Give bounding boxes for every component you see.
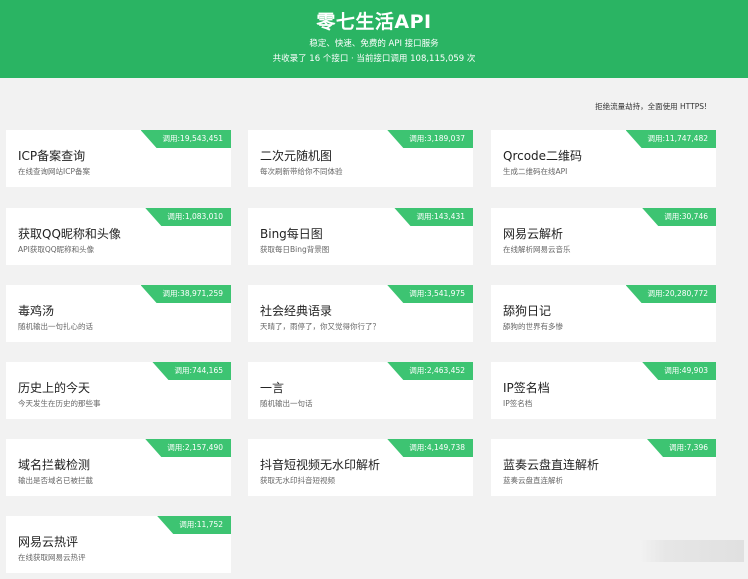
api-card-desc: 获取每日Bing背景图 xyxy=(260,245,330,254)
api-card-desc: API获取QQ昵称和头像 xyxy=(18,245,95,254)
call-count-badge: 调用:3,189,037 xyxy=(387,130,473,148)
call-count-badge: 调用:1,083,010 xyxy=(145,208,231,226)
api-card-title: 一言 xyxy=(260,381,285,395)
api-card-desc: 在线查询网站ICP备案 xyxy=(18,167,90,176)
api-card-desc: 舔狗的世界有多惨 xyxy=(503,322,563,331)
api-card-douyin[interactable]: 调用:4,149,738 抖音短视频无水印解析 获取无水印抖音短视频 xyxy=(248,439,473,496)
api-card-title: 舔狗日记 xyxy=(503,304,552,318)
api-card-title: 毒鸡汤 xyxy=(18,304,55,318)
api-card-poison-soup[interactable]: 调用:38,971,259 毒鸡汤 随机输出一句扎心的话 xyxy=(6,285,231,342)
call-count-badge: 调用:11,747,482 xyxy=(625,130,716,148)
call-count-badge: 调用:7,396 xyxy=(647,439,716,457)
api-card-desc: 在线解析网易云音乐 xyxy=(503,245,571,254)
api-card-title: IP签名档 xyxy=(503,381,550,395)
api-card-desc: 输出是否域名已被拦截 xyxy=(18,476,93,485)
api-card-title: Bing每日图 xyxy=(260,227,323,241)
api-card-qq-info[interactable]: 调用:1,083,010 获取QQ昵称和头像 API获取QQ昵称和头像 xyxy=(6,208,231,265)
call-count-badge: 调用:2,463,452 xyxy=(387,362,473,380)
api-card-desc: 今天发生在历史的那些事 xyxy=(18,399,101,408)
site-header: 零七生活API 稳定、快速、免费的 API 接口服务 共收录了 16 个接口 ·… xyxy=(0,0,748,78)
call-count-badge: 调用:30,746 xyxy=(642,208,716,226)
api-card-anime-image[interactable]: 调用:3,189,037 二次元随机图 每次刷新带给你不同体验 xyxy=(248,130,473,187)
site-stats: 共收录了 16 个接口 · 当前接口调用 108,115,059 次 xyxy=(272,54,476,64)
api-card-desc: 随机输出一句话 xyxy=(260,399,313,408)
api-card-title: 二次元随机图 xyxy=(260,149,333,163)
api-card-title: 蓝奏云盘直连解析 xyxy=(503,458,600,472)
api-card-netease-parse[interactable]: 调用:30,746 网易云解析 在线解析网易云音乐 xyxy=(491,208,716,265)
api-card-title: 获取QQ昵称和头像 xyxy=(18,227,121,241)
api-card-title: 网易云热评 xyxy=(18,535,79,549)
api-card-ip-signature[interactable]: 调用:49,903 IP签名档 IP签名档 xyxy=(491,362,716,419)
api-card-history-today[interactable]: 调用:744,165 历史上的今天 今天发生在历史的那些事 xyxy=(6,362,231,419)
api-card-diary[interactable]: 调用:20,280,772 舔狗日记 舔狗的世界有多惨 xyxy=(491,285,716,342)
api-card-netease-comments[interactable]: 调用:11,752 网易云热评 在线获取网易云热评 xyxy=(6,516,231,573)
api-card-title: Qrcode二维码 xyxy=(503,149,583,163)
api-card-desc: 每次刷新带给你不同体验 xyxy=(260,167,343,176)
api-card-desc: 获取无水印抖音短视频 xyxy=(260,476,335,485)
api-card-title: 域名拦截检测 xyxy=(18,458,91,472)
api-card-domain-check[interactable]: 调用:2,157,490 域名拦截检测 输出是否域名已被拦截 xyxy=(6,439,231,496)
api-card-title: 网易云解析 xyxy=(503,227,564,241)
api-card-desc: 在线获取网易云热评 xyxy=(18,553,86,562)
api-card-desc: IP签名档 xyxy=(503,399,533,408)
obscured-region xyxy=(640,540,744,562)
api-card-bing[interactable]: 调用:143,431 Bing每日图 获取每日Bing背景图 xyxy=(248,208,473,265)
api-card-title: 社会经典语录 xyxy=(260,304,333,318)
https-notice: 拒绝流量劫持，全面使用 HTTPS! xyxy=(595,102,707,111)
api-card-desc: 生成二维码在线API xyxy=(503,167,568,176)
api-card-title: 抖音短视频无水印解析 xyxy=(260,458,381,472)
api-card-desc: 蓝奏云盘直连解析 xyxy=(503,476,563,485)
api-card-icp[interactable]: 调用:19,543,451 ICP备案查询 在线查询网站ICP备案 xyxy=(6,130,231,187)
call-count-badge: 调用:20,280,772 xyxy=(625,285,716,303)
call-count-badge: 调用:49,903 xyxy=(642,362,716,380)
call-count-badge: 调用:744,165 xyxy=(152,362,231,380)
call-count-badge: 调用:19,543,451 xyxy=(140,130,231,148)
call-count-badge: 调用:3,541,975 xyxy=(387,285,473,303)
api-card-title: 历史上的今天 xyxy=(18,381,91,395)
api-card-title: ICP备案查询 xyxy=(18,149,86,163)
api-card-hitokoto[interactable]: 调用:2,463,452 一言 随机输出一句话 xyxy=(248,362,473,419)
api-card-qrcode[interactable]: 调用:11,747,482 Qrcode二维码 生成二维码在线API xyxy=(491,130,716,187)
call-count-badge: 调用:2,157,490 xyxy=(145,439,231,457)
call-count-badge: 调用:4,149,738 xyxy=(387,439,473,457)
call-count-badge: 调用:11,752 xyxy=(157,516,231,534)
site-subtitle: 稳定、快速、免费的 API 接口服务 xyxy=(309,39,439,49)
api-card-quotes[interactable]: 调用:3,541,975 社会经典语录 天晴了，雨停了，你又觉得你行了？ xyxy=(248,285,473,342)
api-card-desc: 随机输出一句扎心的话 xyxy=(18,322,93,331)
call-count-badge: 调用:143,431 xyxy=(394,208,473,226)
api-card-lanzou[interactable]: 调用:7,396 蓝奏云盘直连解析 蓝奏云盘直连解析 xyxy=(491,439,716,496)
api-card-desc: 天晴了，雨停了，你又觉得你行了？ xyxy=(260,322,380,331)
call-count-badge: 调用:38,971,259 xyxy=(140,285,231,303)
site-title: 零七生活API xyxy=(316,11,432,33)
